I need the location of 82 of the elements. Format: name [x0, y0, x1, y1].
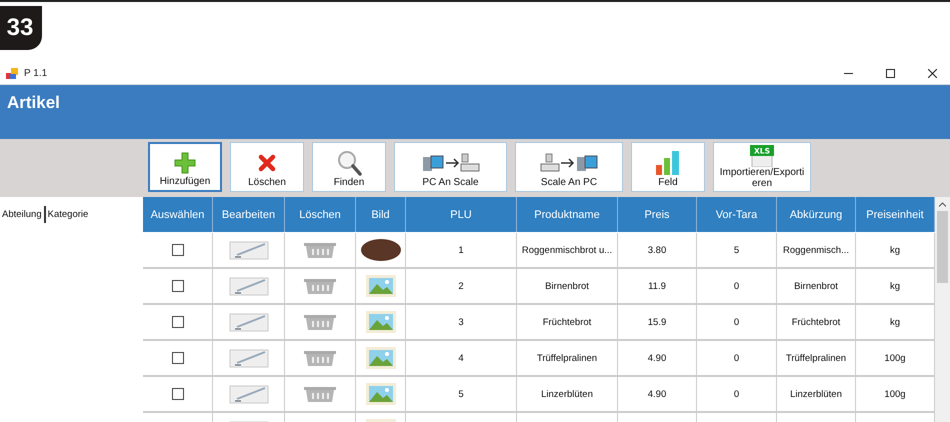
window-title: P 1.1 [24, 68, 48, 78]
checkbox[interactable] [172, 280, 184, 292]
computer-to-scale-icon [422, 152, 480, 174]
toolbar-button[interactable]: Finden [312, 142, 386, 192]
toolbar-button[interactable]: Hinzufügen [148, 142, 222, 192]
abbreviation-cell: Trüffelpralinen [786, 352, 846, 364]
plu-cell: 3 [458, 316, 464, 328]
checkbox[interactable] [172, 388, 184, 400]
trash-icon[interactable] [303, 385, 337, 403]
column-header[interactable]: Auswählen [143, 197, 213, 232]
toolbar-button[interactable]: Feld [631, 142, 705, 192]
maximize-icon[interactable] [886, 68, 894, 78]
price-unit-cell: 100g [884, 388, 906, 400]
checkbox[interactable] [172, 352, 184, 364]
abbreviation-cell: Birnenbrot [794, 280, 838, 292]
side-tab[interactable]: Abteilung [0, 206, 46, 223]
price-unit-cell: 100g [884, 352, 906, 364]
tare-cell: 5 [734, 244, 740, 256]
edit-icon[interactable] [228, 348, 268, 368]
edit-icon[interactable] [228, 384, 268, 404]
bar-chart-icon [655, 150, 681, 176]
trash-icon[interactable] [303, 349, 337, 367]
image-placeholder-icon [366, 311, 396, 333]
page-number-badge: 33 [0, 6, 42, 50]
minimize-icon[interactable] [844, 72, 852, 74]
column-header[interactable]: Produktname [517, 197, 618, 232]
app-icon [6, 68, 18, 78]
checkbox[interactable] [172, 316, 184, 328]
scrollbar-thumb[interactable] [937, 211, 948, 283]
photo-placeholder [360, 239, 400, 261]
price-cell: 4.90 [648, 352, 666, 364]
product-name-cell: Trüffelpralinen [536, 352, 598, 364]
abbreviation-cell: Roggenmisch... [782, 244, 849, 256]
tare-cell: 0 [734, 352, 740, 364]
product-name-cell: Birnenbrot [545, 280, 589, 292]
column-header[interactable]: Vor-Tara [697, 197, 777, 232]
price-cell: 15.9 [648, 316, 666, 328]
column-header[interactable]: Bild [356, 197, 406, 232]
column-header[interactable]: Abkürzung [777, 197, 856, 232]
product-name-cell: Früchtebrot [542, 316, 592, 328]
plus-icon [174, 152, 196, 174]
plu-cell: 2 [458, 280, 464, 292]
checkbox[interactable] [172, 244, 184, 256]
tare-cell: 0 [734, 388, 740, 400]
image-placeholder-icon [366, 275, 396, 297]
column-header[interactable]: Preiseinheit [856, 197, 935, 232]
product-name-cell: Linzerblüten [541, 388, 593, 400]
close-icon[interactable] [928, 68, 936, 78]
page-title: Artikel [7, 93, 60, 112]
abbreviation-cell: Linzerblüten [790, 388, 842, 400]
edit-icon[interactable] [228, 312, 268, 332]
scale-to-computer-icon [540, 152, 598, 174]
toolbar-button[interactable]: Löschen [230, 142, 304, 192]
close-icon [258, 154, 276, 172]
plu-cell: 5 [458, 388, 464, 400]
price-cell: 3.80 [648, 244, 666, 256]
price-cell: 4.90 [648, 388, 666, 400]
column-header[interactable]: Löschen [285, 197, 356, 232]
product-name-cell: Roggenmischbrot u... [522, 244, 612, 256]
price-unit-cell: kg [890, 280, 900, 292]
scroll-up-icon[interactable] [939, 202, 946, 207]
plu-cell: 4 [458, 352, 464, 364]
trash-icon[interactable] [303, 241, 337, 259]
price-unit-cell: kg [890, 244, 900, 256]
toolbar-button[interactable]: Scale An PC [515, 142, 623, 192]
column-header[interactable]: Preis [618, 197, 697, 232]
image-placeholder-icon [366, 383, 396, 405]
abbreviation-cell: Früchtebrot [792, 316, 840, 328]
tare-cell: 0 [734, 280, 740, 292]
trash-icon[interactable] [303, 313, 337, 331]
edit-icon[interactable] [228, 276, 268, 296]
column-header[interactable]: Bearbeiten [213, 197, 285, 232]
price-unit-cell: kg [890, 316, 900, 328]
price-cell: 11.9 [648, 280, 666, 292]
search-icon [336, 150, 362, 176]
trash-icon[interactable] [303, 277, 337, 295]
toolbar-button[interactable]: PC An Scale [394, 142, 507, 192]
tare-cell: 0 [734, 316, 740, 328]
plu-cell: 1 [458, 244, 464, 256]
edit-icon[interactable] [228, 240, 268, 260]
image-placeholder-icon [366, 347, 396, 369]
column-header[interactable]: PLU [406, 197, 517, 232]
